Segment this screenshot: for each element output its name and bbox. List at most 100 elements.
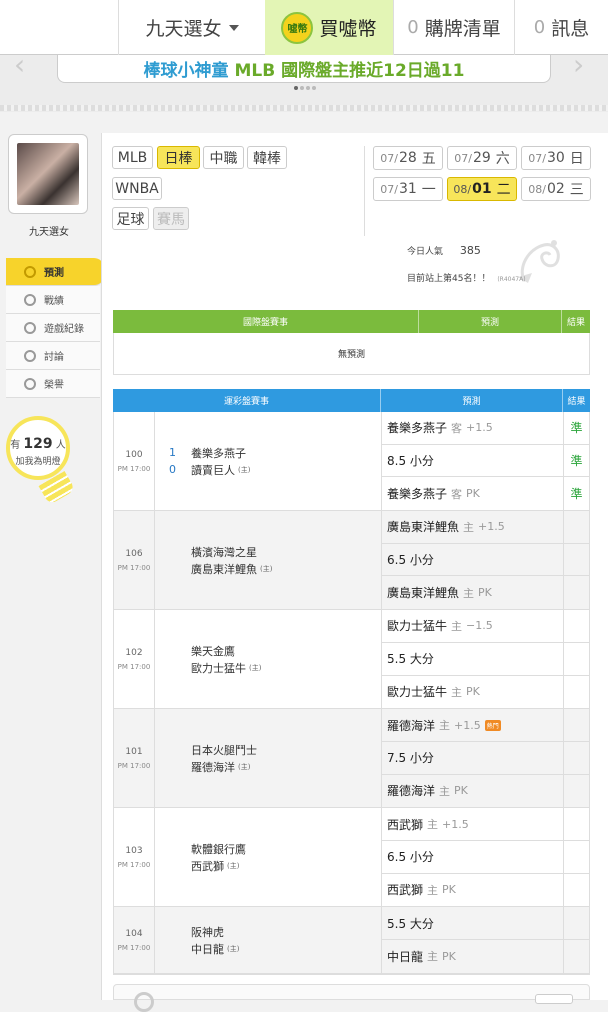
team-row: 樂天金鷹 xyxy=(169,642,381,659)
side-menu-item[interactable]: 榮譽 xyxy=(6,370,100,398)
table-row: 102 PM 17:00 樂天金鷹 歐力士猛牛 (主) 歐力士猛牛主 −1.5 5.5 大分歐… xyxy=(114,610,589,710)
fans-prefix: 有 xyxy=(10,440,21,451)
prediction-item[interactable]: 養樂多燕子客 PK xyxy=(382,477,563,510)
carousel-dot[interactable] xyxy=(294,86,298,90)
medal-icon xyxy=(24,377,36,390)
league-tab[interactable]: WNBA xyxy=(112,177,162,200)
prediction-team: 羅德海洋 xyxy=(387,718,436,733)
messages-button[interactable]: 0 訊息 xyxy=(514,0,608,55)
side-menu-item[interactable]: 遊戲紀錄 xyxy=(6,314,100,342)
buy-coin-button[interactable]: 噓幣 買噓幣 xyxy=(265,0,393,55)
intl-col-pred: 預測 xyxy=(419,310,562,333)
game-code-cell: 100 PM 17:00 xyxy=(114,412,155,511)
prediction-item[interactable]: 8.5 小分 xyxy=(382,445,563,478)
prediction-team: 5.5 大分 xyxy=(387,652,434,667)
league-tab[interactable]: 韓棒 xyxy=(247,146,287,169)
banner-next-arrow-icon[interactable]: › xyxy=(573,51,584,79)
prediction-item[interactable]: 歐力士猛牛主 −1.5 xyxy=(382,610,563,643)
prediction-item[interactable]: 西武獅主 PK xyxy=(382,874,563,907)
prediction-team: 7.5 小分 xyxy=(387,751,434,766)
promo-banner[interactable]: 棒球小神童 MLB 國際盤主推近12日過11 xyxy=(57,55,551,83)
prediction-item[interactable]: 歐力士猛牛主 PK xyxy=(382,676,563,709)
side-menu-item[interactable]: 討論 xyxy=(6,342,100,370)
prediction-item[interactable]: 羅德海洋主 +1.5 熱門 xyxy=(382,709,563,742)
date-weekday: 一 xyxy=(421,182,436,198)
result-mark xyxy=(564,940,589,973)
results-cell: 準準準 xyxy=(564,412,589,510)
prediction-item[interactable]: 西武獅主 +1.5 xyxy=(382,808,563,841)
game-code-cell: 106 PM 17:00 xyxy=(114,511,155,610)
user-menu[interactable]: 九天選女 xyxy=(118,0,265,55)
prediction-team: 6.5 小分 xyxy=(387,850,434,865)
predictions-cell: 羅德海洋主 +1.5 熱門 7.5 小分羅德海洋主 PK xyxy=(382,709,564,808)
prediction-item[interactable]: 中日龍主 PK xyxy=(382,940,563,973)
prediction-line: PK xyxy=(442,949,456,963)
carousel-dot[interactable] xyxy=(306,86,310,90)
league-tab[interactable]: MLB xyxy=(112,146,153,169)
team-row: 西武獅 (主) xyxy=(169,857,381,874)
prediction-side: 主 xyxy=(427,950,439,964)
side-menu-item[interactable]: 預測 xyxy=(6,258,104,286)
fans-badge[interactable]: 有 129 人 加我為明燈 xyxy=(6,416,70,480)
result-mark xyxy=(564,742,589,775)
avatar-frame[interactable] xyxy=(8,134,88,214)
result-mark: 準 xyxy=(564,445,589,478)
team-row: 0 讀賣巨人 (主) xyxy=(169,461,381,478)
lottery-table: 100 PM 17:00 1 養樂多燕子 0 讀賣巨人 (主) 養樂多燕子客 +1.5 8.5 小… xyxy=(113,412,590,975)
carousel-dot[interactable] xyxy=(312,86,316,90)
side-menu-label: 討論 xyxy=(44,352,64,363)
prediction-team: 6.5 小分 xyxy=(387,553,434,568)
result-mark xyxy=(564,874,589,907)
results-cell xyxy=(564,709,589,807)
intl-table-empty: 無預測 xyxy=(113,333,590,375)
date-button[interactable]: 07/31 一 xyxy=(373,177,443,201)
prediction-line: +1.5 xyxy=(442,817,469,831)
prediction-item[interactable]: 養樂多燕子客 +1.5 xyxy=(382,412,563,445)
banner-area: ‹ 棒球小神童 MLB 國際盤主推近12日過11 › xyxy=(0,51,608,112)
date-button[interactable]: 07/30 日 xyxy=(521,146,591,170)
team-row: 中日龍 (主) xyxy=(169,940,381,957)
date-button[interactable]: 07/28 五 xyxy=(373,146,443,170)
prediction-item[interactable]: 6.5 小分 xyxy=(382,544,563,577)
prediction-line: PK xyxy=(466,487,480,501)
table-row: 101 PM 17:00 日本火腿鬥士 羅德海洋 (主) 羅德海洋主 +1.5 熱門 7.5 小… xyxy=(114,709,589,809)
date-button[interactable]: 07/29 六 xyxy=(447,146,517,170)
team-score: 1 xyxy=(169,446,176,460)
prediction-side: 客 xyxy=(451,421,463,435)
team-row: 阪神虎 xyxy=(169,923,381,940)
prediction-item[interactable]: 廣島東洋鯉魚主 PK xyxy=(382,576,563,609)
predictions-cell: 5.5 大分 中日龍主 PK xyxy=(382,907,564,973)
game-time: PM 17:00 xyxy=(117,943,151,952)
side-menu-item[interactable]: 戰績 xyxy=(6,286,100,314)
prediction-item[interactable]: 羅德海洋主 PK xyxy=(382,775,563,808)
prediction-item[interactable]: 5.5 大分 xyxy=(382,643,563,676)
league-tab[interactable]: 日棒 xyxy=(157,146,200,169)
carousel-dots xyxy=(294,86,316,90)
teams-cell: 軟體銀行鷹 西武獅 (主) xyxy=(155,808,382,907)
carousel-dot[interactable] xyxy=(300,86,304,90)
game-code: 106 xyxy=(125,548,143,559)
league-tab[interactable]: 足球 xyxy=(112,207,149,230)
buy-list-button[interactable]: 0 購牌清單 xyxy=(393,0,514,55)
game-code-cell: 101 PM 17:00 xyxy=(114,709,155,808)
coin-icon: 噓幣 xyxy=(281,11,314,44)
game-time: PM 17:00 xyxy=(117,761,151,770)
more-button[interactable] xyxy=(535,994,573,1004)
team-row: 1 養樂多燕子 xyxy=(169,444,381,461)
prediction-item[interactable]: 5.5 大分 xyxy=(382,907,563,940)
banner-prev-arrow-icon[interactable]: ‹ xyxy=(14,51,25,79)
date-button[interactable]: 08/02 三 xyxy=(521,177,591,201)
prediction-item[interactable]: 廣島東洋鯉魚主 +1.5 xyxy=(382,511,563,544)
lottery-col-event: 運彩盤賽事 xyxy=(113,389,381,412)
league-tab[interactable]: 中職 xyxy=(203,146,244,169)
prediction-side: 主 xyxy=(427,818,439,832)
team-name: 羅德海洋 xyxy=(191,760,235,774)
date-button[interactable]: 08/01 二 xyxy=(447,177,517,201)
side-menu-label: 預測 xyxy=(44,268,64,279)
prediction-item[interactable]: 6.5 小分 xyxy=(382,841,563,874)
date-month: 07/ xyxy=(454,151,472,165)
prediction-team: 西武獅 xyxy=(387,817,424,832)
ring-icon xyxy=(134,992,154,1012)
game-code: 104 xyxy=(125,928,143,939)
prediction-item[interactable]: 7.5 小分 xyxy=(382,742,563,775)
